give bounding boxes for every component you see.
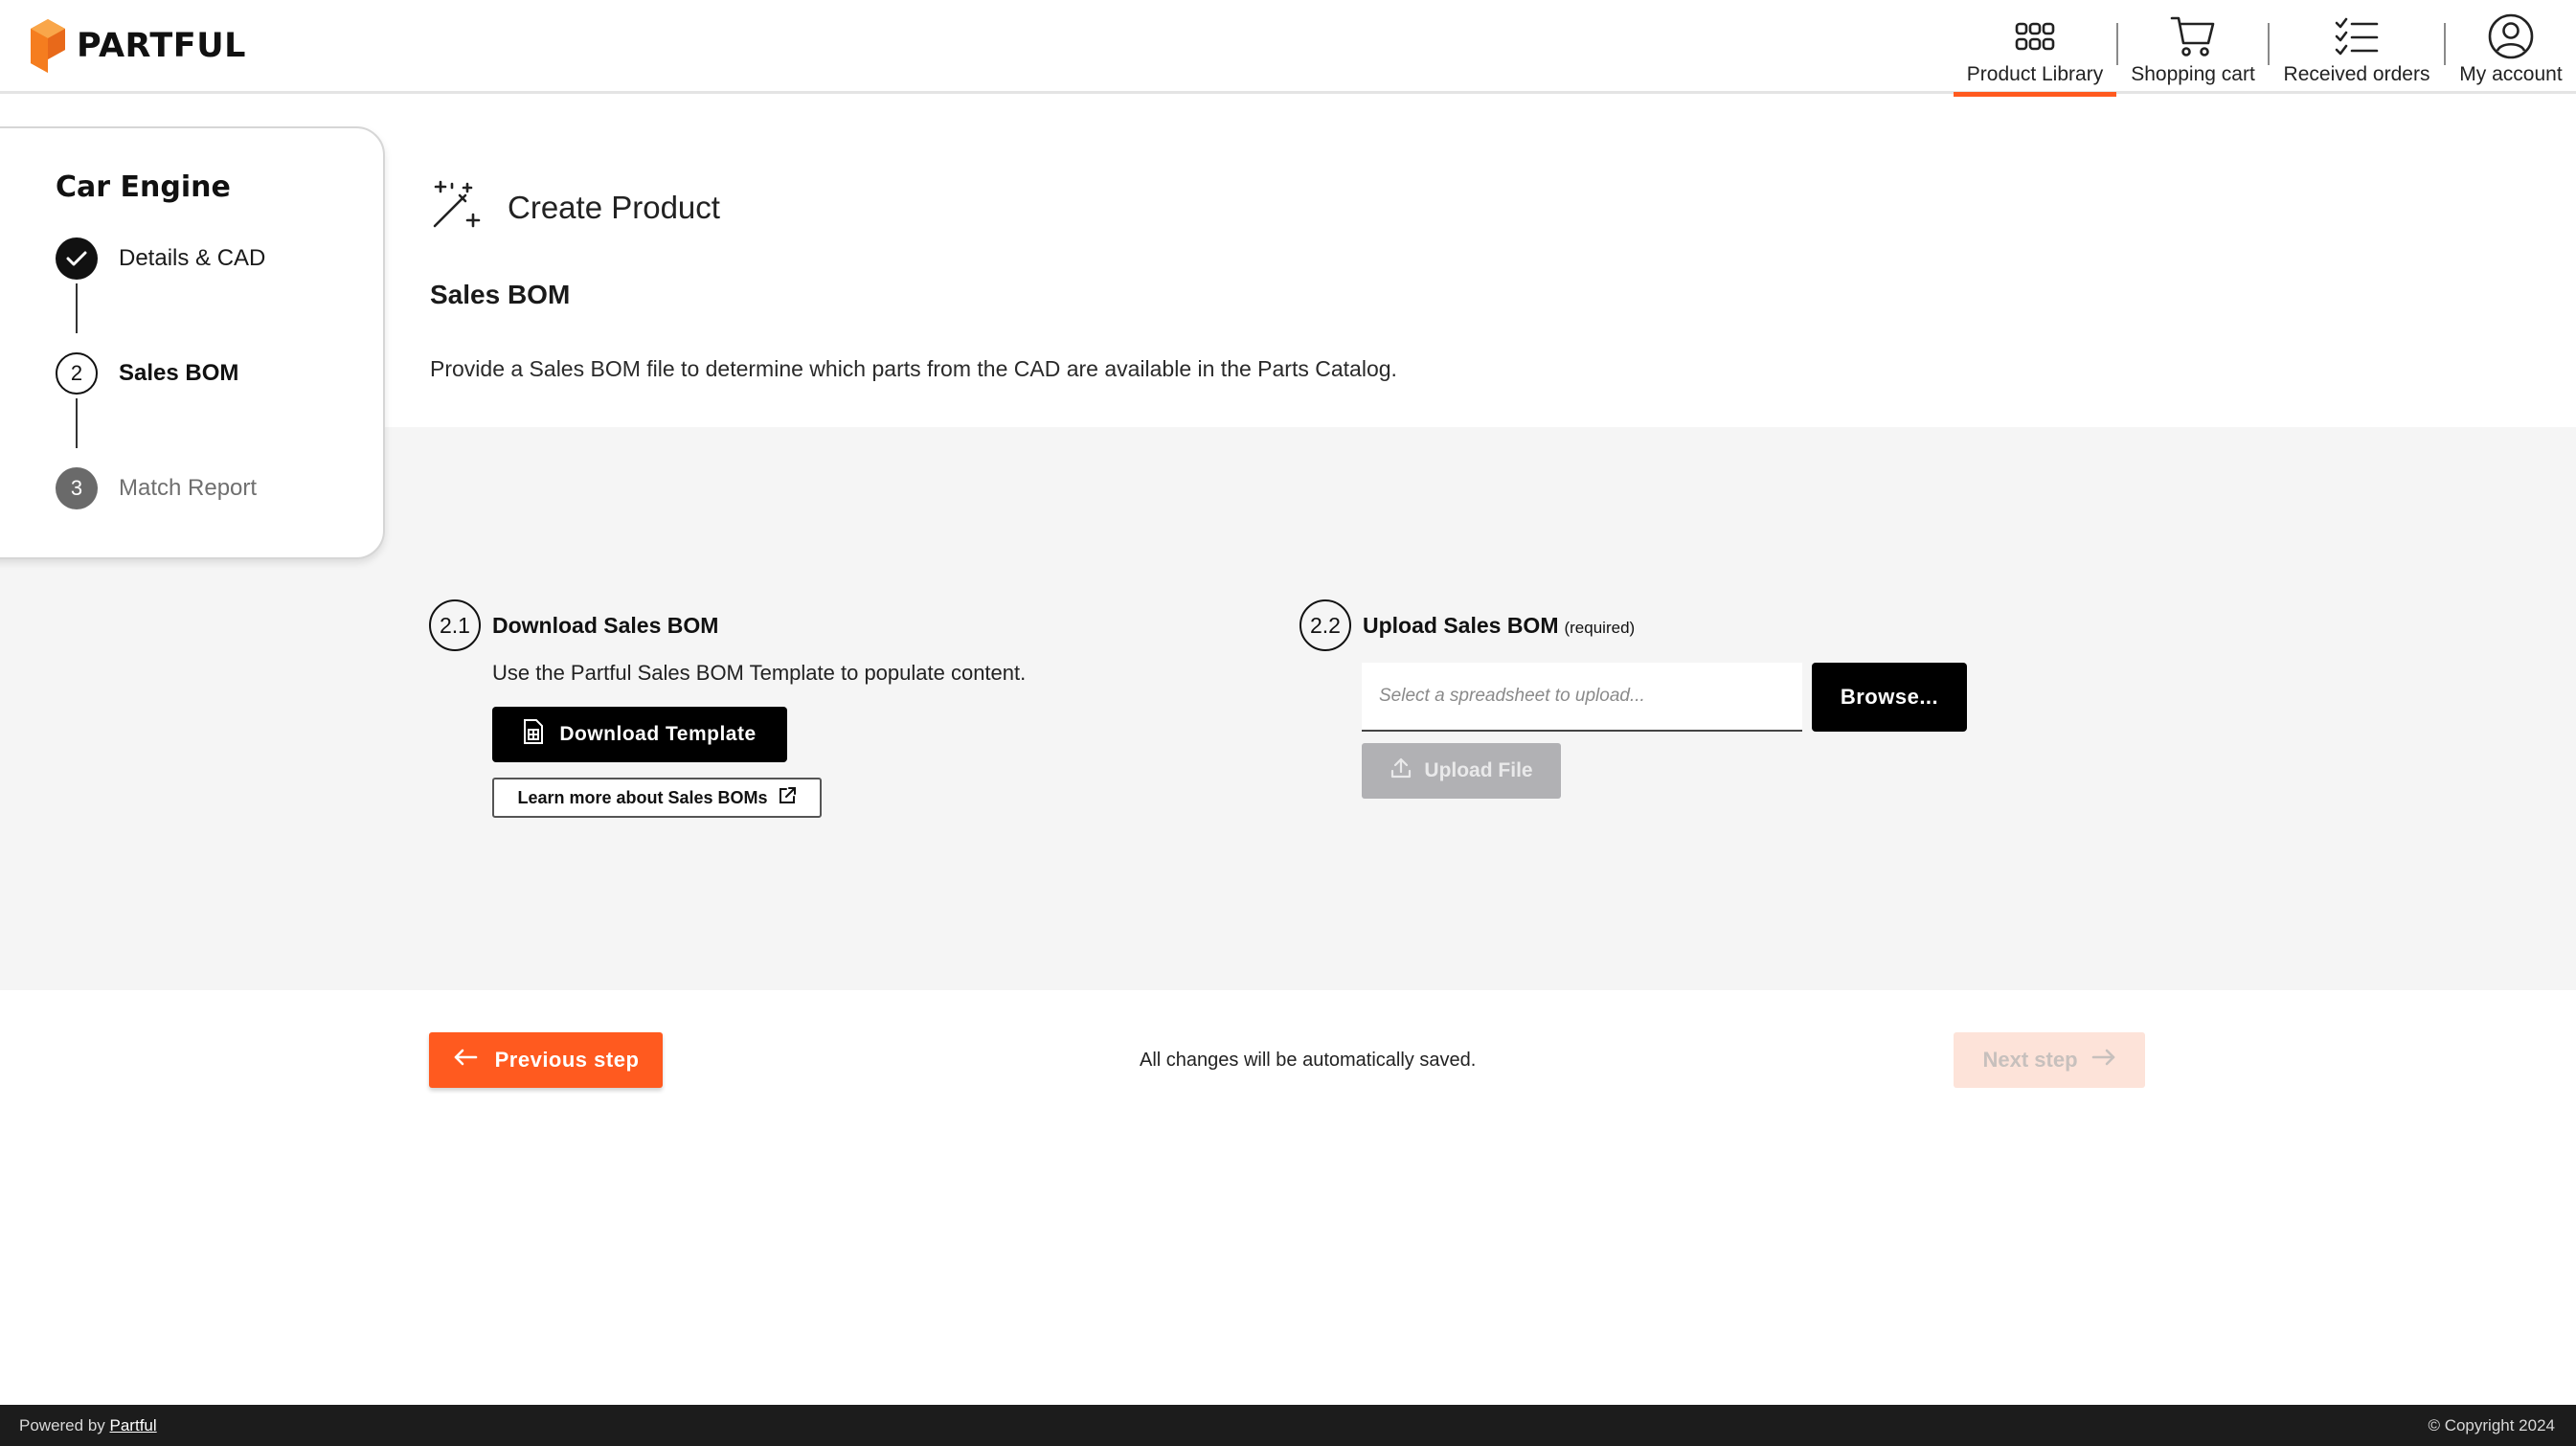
step-number: 2 (56, 352, 98, 395)
substep-number: 2.2 (1299, 599, 1351, 651)
nav-label-product-library: Product Library (1966, 63, 2104, 85)
partful-logo-icon (31, 19, 65, 73)
step-sales-bom[interactable]: 2 Sales BOM (56, 352, 238, 395)
spreadsheet-file-input[interactable] (1362, 663, 1802, 732)
product-name: Car Engine (56, 170, 231, 204)
previous-step-button[interactable]: Previous step (429, 1032, 663, 1088)
learn-more-label: Learn more about Sales BOMs (517, 787, 768, 807)
download-template-button[interactable]: Download Template (492, 707, 787, 762)
user-icon (2487, 10, 2535, 63)
step-connector (76, 283, 78, 333)
brand-name: PARTFUL (77, 27, 246, 65)
footer: Powered by Partful © Copyright 2024 (0, 1405, 2576, 1446)
nav-label-shopping-cart: Shopping cart (2131, 63, 2255, 85)
nav-my-account[interactable]: My account (2446, 0, 2576, 94)
top-header: PARTFUL Product Library Shopping cart Re… (0, 0, 2576, 97)
step-label: Match Report (119, 475, 258, 501)
upload-file-button[interactable]: Upload File (1362, 743, 1561, 799)
step-label: Details & CAD (119, 245, 266, 271)
nav-label-received-orders: Received orders (2283, 63, 2430, 85)
upload-title: Upload Sales BOM (required) (1363, 613, 1635, 639)
step-number: 3 (56, 467, 98, 509)
download-description: Use the Partful Sales BOM Template to po… (492, 661, 1027, 685)
section-description: Provide a Sales BOM file to determine wh… (430, 356, 1397, 381)
step-details-cad[interactable]: Details & CAD (56, 237, 265, 280)
nav-received-orders[interactable]: Received orders (2270, 0, 2444, 94)
grid-icon (2015, 10, 2055, 63)
main-nav: Product Library Shopping cart Received o… (1954, 0, 2576, 97)
nav-product-library[interactable]: Product Library (1954, 0, 2116, 97)
next-step-button[interactable]: Next step (1954, 1032, 2145, 1088)
arrow-right-icon (2091, 1048, 2116, 1073)
powered-by: Powered by Partful (19, 1416, 157, 1435)
download-title: Download Sales BOM (492, 613, 719, 638)
step-match-report: 3 Match Report (56, 467, 257, 509)
partful-logo[interactable]: PARTFUL (31, 19, 246, 73)
step-label: Sales BOM (119, 360, 239, 386)
bom-actions-panel (0, 427, 2576, 990)
nav-shopping-cart[interactable]: Shopping cart (2118, 0, 2268, 94)
upload-icon (1390, 757, 1412, 785)
section-title: Sales BOM (430, 280, 571, 309)
page-title-row: Create Product (429, 178, 720, 237)
previous-step-label: Previous step (494, 1048, 640, 1072)
substep-number: 2.1 (429, 599, 481, 651)
browse-button[interactable]: Browse... (1812, 663, 1967, 732)
external-link-icon (778, 786, 797, 810)
spreadsheet-file-icon (523, 718, 544, 751)
magic-wand-icon (429, 178, 483, 237)
cart-icon (2170, 10, 2216, 63)
check-icon (56, 237, 98, 280)
learn-more-link[interactable]: Learn more about Sales BOMs (492, 778, 822, 818)
nav-label-my-account: My account (2459, 63, 2563, 85)
partful-link[interactable]: Partful (110, 1416, 157, 1435)
powered-by-text: Powered by (19, 1416, 105, 1435)
page-title: Create Product (508, 189, 720, 225)
next-step-label: Next step (1982, 1048, 2078, 1072)
required-label: (required) (1564, 619, 1636, 637)
download-template-label: Download Template (559, 723, 757, 745)
step-connector (76, 398, 78, 448)
checklist-icon (2335, 10, 2379, 63)
arrow-left-icon (453, 1048, 478, 1073)
autosave-notice: All changes will be automatically saved. (1140, 1050, 1477, 1071)
progress-stepper: Car Engine Details & CAD 2 Sales BOM 3 M… (0, 126, 385, 559)
copyright: © Copyright 2024 (2428, 1416, 2555, 1435)
upload-title-text: Upload Sales BOM (1363, 613, 1559, 638)
upload-file-label: Upload File (1424, 759, 1533, 781)
